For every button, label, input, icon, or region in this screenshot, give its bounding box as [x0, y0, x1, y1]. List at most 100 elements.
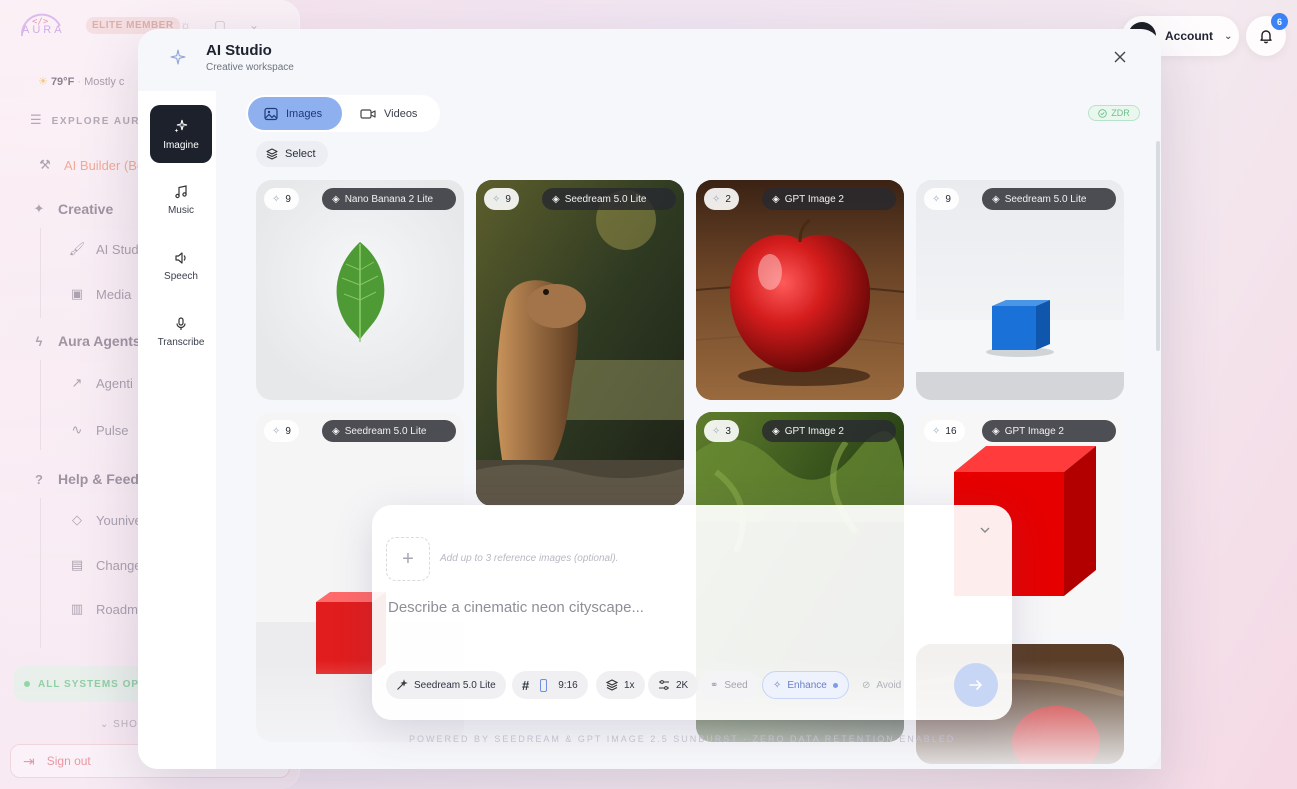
pulse-icon: ∿ — [71, 422, 83, 437]
model-selector[interactable]: Seedream 5.0 Lite — [386, 671, 506, 699]
weather-temp: 79°F — [50, 76, 75, 88]
sidebar-item-youniversity[interactable]: ◇ Younive — [68, 511, 142, 529]
image-card[interactable]: ✧ 9 ◈ Seedream 5.0 Lite — [476, 180, 684, 506]
close-button[interactable] — [1110, 47, 1130, 67]
sidebar-item-ai-builder[interactable]: ⚒ AI Builder (Be — [36, 156, 144, 174]
model-badge: ◈ Seedream 5.0 Lite — [982, 188, 1116, 210]
image-icon: ▣ — [70, 286, 84, 301]
modal-title: AI Studio — [206, 42, 272, 59]
chevron-down-icon: ⌄ — [1224, 30, 1233, 42]
plus-icon: + — [402, 547, 414, 570]
image-icon — [264, 107, 278, 120]
mode-speech[interactable]: Speech — [150, 237, 212, 295]
help-icon: ? — [35, 471, 43, 487]
select-button[interactable]: Select — [256, 141, 328, 167]
explore-header[interactable]: ☰ EXPLORE AURA — [30, 112, 149, 128]
speaker-icon — [175, 251, 186, 264]
variant-count: ✧ 9 — [264, 188, 299, 210]
active-dot-icon — [832, 682, 838, 688]
sidebar-section-agents[interactable]: ϟ Aura Agents — [30, 332, 141, 350]
sidebar-item-media[interactable]: ▣ Media — [68, 285, 132, 303]
mode-music[interactable]: Music — [150, 171, 212, 229]
sparkle-icon — [170, 49, 186, 65]
tab-videos[interactable]: Videos — [344, 97, 438, 130]
variant-count: ✧ 9 — [264, 420, 299, 442]
sparkle-icon: ✧ — [492, 193, 501, 205]
account-label: Account — [1165, 29, 1213, 43]
model-badge: ◈ GPT Image 2 — [762, 420, 896, 442]
add-reference-button[interactable]: + — [386, 537, 430, 581]
mode-transcribe[interactable]: Transcribe — [150, 303, 212, 361]
logout-icon: ⇥ — [23, 752, 35, 769]
apple-image — [696, 180, 904, 400]
chevron-down-icon[interactable] — [978, 523, 992, 537]
model-badge: ◈ Seedream 5.0 Lite — [322, 420, 456, 442]
hash-icon: # — [522, 677, 530, 693]
modal-subtitle: Creative workspace — [206, 62, 294, 73]
count-selector[interactable]: 1x — [596, 671, 645, 699]
model-badge: ◈ GPT Image 2 — [982, 420, 1116, 442]
generate-button[interactable] — [954, 663, 998, 707]
logo-text: AURA — [22, 24, 65, 36]
scrollbar[interactable] — [1156, 141, 1160, 351]
sparkle-icon: ✧ — [712, 193, 721, 205]
link-icon: ⚭ — [710, 679, 719, 691]
weather-widget: ☀ 79°F · Mostly c — [38, 76, 125, 88]
leaf-image — [256, 180, 464, 400]
variant-count: ✧ 9 — [484, 188, 519, 210]
zdr-badge: ZDR — [1088, 105, 1140, 121]
tab-images[interactable]: Images — [248, 97, 342, 130]
sidebar-item-pulse[interactable]: ∿ Pulse — [68, 421, 129, 439]
seed-toggle[interactable]: ⚭ Seed — [700, 671, 758, 699]
sidebar-item-agentic[interactable]: ↗ Agenti — [68, 374, 133, 392]
chip-icon: ◈ — [332, 425, 340, 437]
arrow-right-icon — [969, 680, 982, 690]
sparkle-icon: ✧ — [712, 425, 721, 437]
reference-hint: Add up to 3 reference images (optional). — [440, 553, 619, 564]
status-dot-icon — [24, 681, 30, 687]
tree-line — [40, 360, 41, 450]
brush-icon: 🖌 — [68, 241, 86, 256]
mode-label: Music — [167, 204, 195, 216]
sidebar-section-creative[interactable]: ✦ Creative — [30, 200, 114, 218]
enhance-toggle[interactable]: ✧ Enhance — [762, 671, 849, 699]
blue-cube-image — [916, 180, 1124, 400]
notification-count-badge: 6 — [1271, 13, 1288, 30]
variant-count: ✧ 9 — [924, 188, 959, 210]
music-note-icon — [175, 184, 187, 198]
sidebar-section-help[interactable]: ? Help & Feedb — [30, 470, 147, 488]
hammer-icon: ⚒ — [39, 157, 51, 172]
wand-icon — [397, 679, 408, 690]
variant-count: ✧ 2 — [704, 188, 739, 210]
sidebar-item-ai-studio[interactable]: 🖌 AI Stud — [68, 240, 139, 258]
image-card[interactable]: ✧ 2 ◈ GPT Image 2 — [696, 180, 904, 400]
sidebar-item-roadmap[interactable]: ▥ Roadm — [68, 600, 138, 618]
prompt-input[interactable] — [388, 595, 948, 619]
mode-label: Imagine — [163, 139, 199, 151]
bolt-icon: ϟ — [35, 333, 43, 349]
show-more-toggle[interactable]: ⌄ SHO — [100, 719, 138, 730]
trend-icon: ↗ — [71, 375, 83, 390]
aspect-ratio-selector[interactable]: # 9:16 — [512, 671, 588, 699]
chip-icon: ◈ — [772, 193, 780, 205]
media-tabs: Images Videos — [246, 95, 440, 132]
layers-icon — [606, 679, 618, 691]
mode-label: Transcribe — [157, 336, 205, 348]
footer-note: POWERED BY SEEDREAM & GPT IMAGE 2.5 SUNB… — [409, 734, 956, 744]
image-card[interactable]: ✧ 9 ◈ Nano Banana 2 Lite — [256, 180, 464, 400]
capybara-image — [476, 180, 684, 506]
prompt-composer: + Add up to 3 reference images (optional… — [372, 505, 1012, 720]
tree-line — [40, 498, 41, 648]
newspaper-icon: ▤ — [70, 557, 84, 572]
resolution-selector[interactable]: 2K — [648, 671, 699, 699]
variant-count: ✧ 3 — [704, 420, 739, 442]
chip-icon: ◈ — [332, 193, 340, 205]
mode-imagine[interactable]: Imagine — [150, 105, 212, 163]
microphone-icon — [176, 316, 186, 330]
model-badge: ◈ GPT Image 2 — [762, 188, 896, 210]
avoid-toggle[interactable]: ⊘ Avoid — [852, 671, 911, 699]
sidebar-item-changelog[interactable]: ▤ Change — [68, 556, 142, 574]
mode-rail: Imagine Music Speech Transcribe — [138, 91, 216, 769]
image-card[interactable]: ✧ 9 ◈ Seedream 5.0 Lite — [916, 180, 1124, 400]
video-icon — [360, 108, 376, 119]
